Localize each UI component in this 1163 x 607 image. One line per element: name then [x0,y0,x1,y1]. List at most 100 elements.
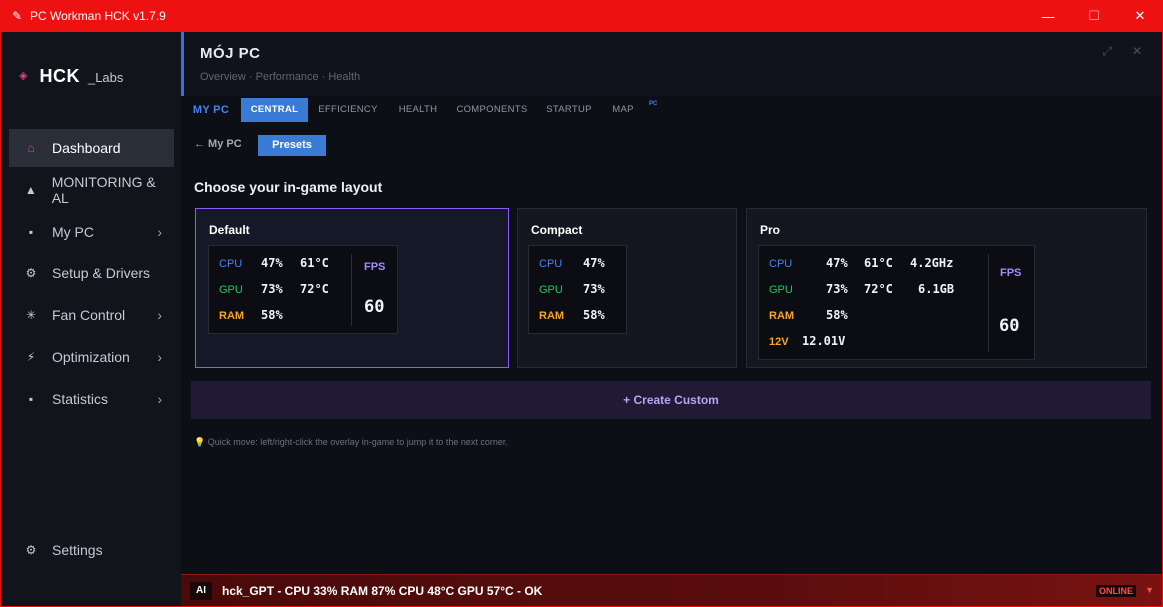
presets-button[interactable]: Presets [258,135,326,156]
sidebar-item-label: Optimization [52,349,130,365]
close-icon[interactable]: ✕ [1132,44,1142,58]
tab-health[interactable]: HEALTH [393,98,443,122]
sidebar-item-setup-drivers[interactable]: ⚙ Setup & Drivers [9,254,174,292]
ai-badge[interactable]: AI [190,581,212,600]
hint-text: Quick move: left/right-click the overlay… [207,437,508,447]
sidebar-item-settings[interactable]: ⚙ Settings [9,531,174,569]
ram-row: RAM [539,308,564,324]
tab-central[interactable]: CENTRAL [241,98,308,122]
chevron-right-icon: › [157,391,162,407]
fan-icon: ✳ [25,308,37,322]
close-button[interactable]: ✕ [1117,0,1163,32]
gpu-row: GPU [539,282,563,298]
gpu-temp: 72°C [300,282,329,296]
tab-bar: MY PC CENTRAL EFFICIENCY HEALTH COMPONEN… [181,98,1162,122]
sidebar-item-fan-control[interactable]: ✳ Fan Control › [9,296,174,334]
v12-label: 12V [769,336,789,348]
ram-label: RAM [219,310,245,322]
fps-label: FPS [1000,267,1022,279]
ram-load: 58% [583,308,605,322]
create-custom-button[interactable]: + Create Custom [191,381,1151,419]
chart-icon: ▪ [28,392,34,406]
tab-startup[interactable]: STARTUP [544,98,594,122]
gear-icon: ⚙ [25,266,37,280]
fps-label: FPS [364,261,386,273]
gpu-load: 73% [261,282,283,296]
window-titlebar[interactable]: ✎ PC Workman HCK v1.7.9 — ☐ ✕ [0,0,1163,32]
sidebar-item-my-pc[interactable]: ▪ My PC › [9,213,174,251]
card-title: Default [209,223,250,237]
cpu-row: CPU [539,256,562,272]
v12-value: 12.01V [802,334,846,348]
page-title: MÓJ PC [200,45,261,62]
back-link-my-pc[interactable]: ← My PC [194,138,242,150]
gpu-label: GPU [539,284,563,296]
status-bar: AI hck_GPT - CPU 33% RAM 87% CPU 48°C GP… [181,574,1162,606]
gpu-load: 73% [583,282,605,296]
maximize-button[interactable]: ☐ [1071,0,1117,32]
sidebar-item-label: Fan Control [52,307,126,323]
chevron-down-icon[interactable]: ▼ [1145,585,1154,595]
tab-my-pc[interactable]: MY PC [191,98,231,122]
feather-icon: ✎ [12,9,23,23]
cpu-label: CPU [539,258,563,270]
bolt-icon: ⚡ [26,350,36,364]
tab-map[interactable]: MAP [608,98,638,122]
preset-card-pro[interactable]: Pro CPU 47% 61°C 4.2GHz GPU 73% 72°C 6.1… [746,208,1147,368]
brand-name: HCK [39,66,80,86]
v12-row: 12V [769,334,789,350]
sidebar-item-label: Setup & Drivers [52,265,151,281]
main-content: MÓJ PC Overview · Performance · Health ⤢… [181,32,1162,573]
bulb-icon: 💡 [194,437,206,447]
minimize-button[interactable]: — [1025,0,1071,32]
quick-move-hint: 💡 Quick move: left/right-click the overl… [194,437,508,448]
ram-label: RAM [539,310,565,322]
window-controls: — ☐ ✕ [1025,0,1163,32]
sidebar-item-label: Settings [52,542,103,558]
tab-efficiency[interactable]: EFFICIENCY [314,98,382,122]
section-title: Choose your in-game layout [194,179,383,195]
preset-card-default[interactable]: Default CPU 47% 61°C GPU 73% 72°C RAM 58… [195,208,509,368]
divider [351,254,352,326]
gpu-temp: 72°C [864,282,893,296]
pc-badge: PC [649,101,658,107]
home-icon: ⌂ [27,141,35,155]
ram-load: 58% [261,308,283,322]
window-title: PC Workman HCK v1.7.9 [30,9,166,23]
sidebar-item-optimization[interactable]: ⚡ Optimization › [9,338,174,376]
card-title: Compact [531,223,583,237]
expand-icon[interactable]: ⤢ [1102,44,1112,59]
diamond-icon: ◈ [19,70,28,82]
sidebar-item-statistics[interactable]: ▪ Statistics › [9,380,174,418]
card-title: Pro [760,223,781,237]
gpu-label: GPU [769,284,793,296]
cpu-load: 47% [261,256,283,270]
preset-card-compact[interactable]: Compact CPU 47% GPU 73% RAM 58% [517,208,737,368]
cpu-label: CPU [219,258,243,270]
brand-sub: _Labs [87,70,124,85]
cpu-temp: 61°C [864,256,893,270]
tab-components[interactable]: COMPONENTS [454,98,530,122]
status-text: hck_GPT - CPU 33% RAM 87% CPU 48°C GPU 5… [222,583,543,598]
cpu-load: 47% [826,256,848,270]
fps-value: 60 [364,297,385,317]
gpu-label: GPU [219,284,243,296]
sidebar-item-monitoring[interactable]: ▲ MONITORING & AL [9,171,174,209]
overlay-preview: CPU 47% 61°C 4.2GHz GPU 73% 72°C 6.1GB R… [758,245,1035,360]
gpu-row: GPU [219,282,243,298]
chevron-right-icon: › [157,224,162,240]
gpu-memory: 6.1GB [918,282,955,296]
sidebar-item-label: Statistics [52,391,109,407]
sidebar-item-dashboard[interactable]: ⌂ Dashboard [9,129,174,167]
sidebar-item-label: My PC [52,224,94,240]
chevron-right-icon: › [157,307,162,323]
warning-icon: ▲ [24,183,37,197]
sidebar-item-label: Dashboard [52,140,121,156]
sidebar: ◈ HCK _Labs ⌂ Dashboard ▲ MONITORING & A… [1,32,181,606]
gpu-row: GPU [769,282,793,298]
cpu-row: CPU [769,256,792,272]
gpu-load: 73% [826,282,848,296]
page-subtitle: Overview · Performance · Health [200,71,361,83]
cpu-label: CPU [769,258,793,270]
cpu-load: 47% [583,256,605,270]
